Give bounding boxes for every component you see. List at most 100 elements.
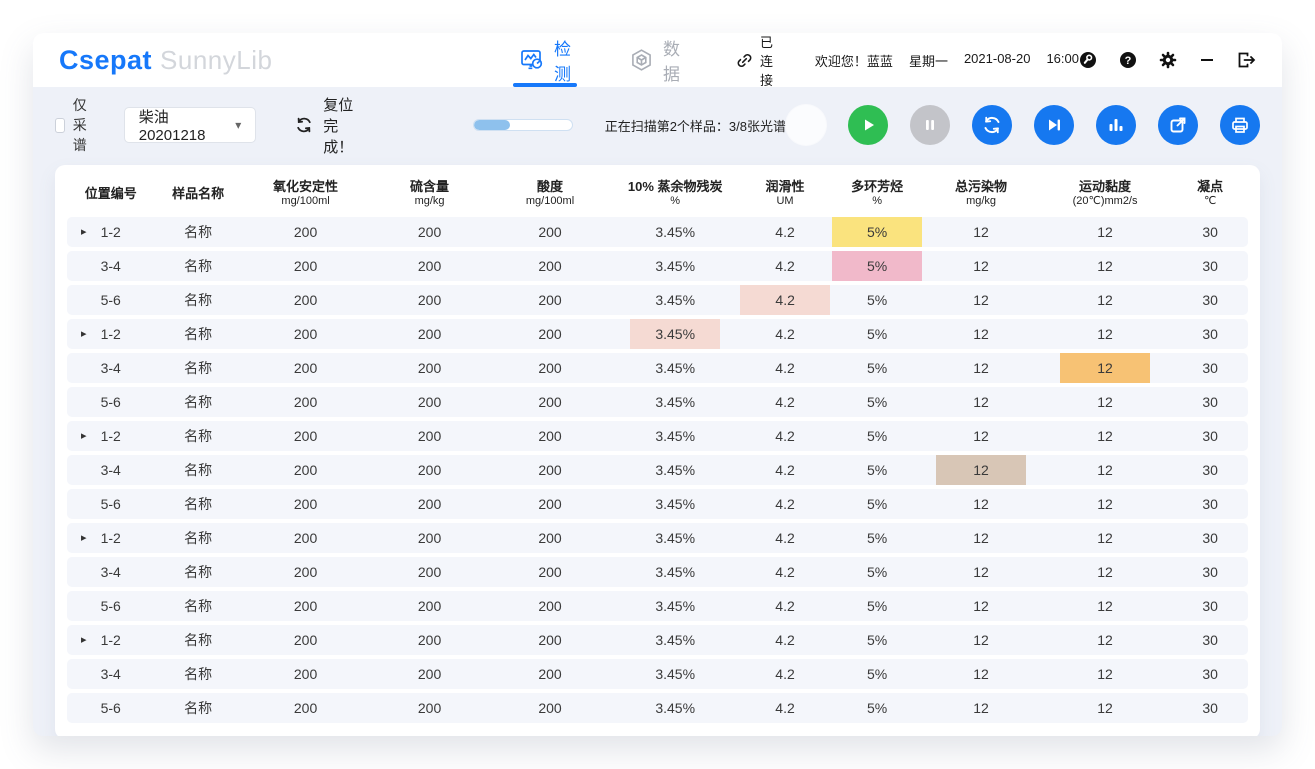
cell-value: 4.2 — [775, 455, 794, 485]
table-row[interactable]: 3-4名称2002002003.45%4.25%121230 — [67, 557, 1248, 587]
table-cell: 3.45% — [610, 319, 740, 349]
help-circle-icon[interactable]: ? — [1119, 51, 1137, 69]
table-cell: 名称 — [154, 557, 241, 587]
cell-value: 200 — [294, 693, 317, 723]
welcome-greeting: 欢迎您！蓝蓝 — [815, 51, 893, 70]
table-cell: 5-6 — [67, 387, 154, 417]
progress-fill — [474, 120, 510, 130]
table-cell: 12 — [1038, 285, 1173, 315]
progress-track — [473, 119, 573, 131]
cell-value: 1-2 — [101, 319, 121, 349]
column-header: 润滑性UM — [740, 179, 830, 209]
checkbox-box-icon[interactable] — [55, 118, 65, 133]
start-button[interactable] — [848, 105, 888, 145]
table-cell: 名称 — [154, 421, 241, 451]
cell-value: 200 — [418, 319, 441, 349]
table-row[interactable]: 3-4名称2002002003.45%4.25%121230 — [67, 455, 1248, 485]
white-circle-button[interactable] — [786, 105, 826, 145]
tab-detection[interactable]: 检测 — [519, 33, 571, 87]
highlighted-cell-value: 3.45% — [630, 319, 720, 349]
bar-chart-icon — [1105, 114, 1127, 136]
table-row[interactable]: 5-6名称2002002003.45%4.25%121230 — [67, 285, 1248, 315]
cell-value: 200 — [418, 625, 441, 655]
column-header: 氧化安定性mg/100ml — [242, 179, 370, 209]
cell-value: 12 — [973, 625, 989, 655]
cell-value: 200 — [418, 421, 441, 451]
table-row[interactable]: 5-6名称2002002003.45%4.25%121230 — [67, 387, 1248, 417]
sample-select[interactable]: 柴油20201218 ▾ — [124, 107, 257, 143]
cell-value: 30 — [1202, 591, 1218, 621]
chart-button[interactable] — [1096, 105, 1136, 145]
table-row[interactable]: 5-6名称2002002003.45%4.25%121230 — [67, 693, 1248, 723]
printer-icon — [1229, 114, 1251, 136]
table-row[interactable]: 3-4名称2002002003.45%4.25%121230 — [67, 659, 1248, 689]
table-cell: 30 — [1172, 455, 1248, 485]
column-label: 氧化安定性 — [242, 179, 370, 195]
table-row[interactable]: 5-6名称2002002003.45%4.25%121230 — [67, 489, 1248, 519]
expand-caret-icon[interactable]: ▸ — [81, 523, 87, 553]
cell-value: 30 — [1202, 693, 1218, 723]
print-button[interactable] — [1220, 105, 1260, 145]
table-cell: 200 — [490, 625, 610, 655]
cell-value: 200 — [294, 285, 317, 315]
cell-value: 4.2 — [775, 251, 794, 281]
cell-value: 200 — [538, 659, 561, 689]
table-row[interactable]: ▸1-2名称2002002003.45%4.25%121230 — [67, 523, 1248, 553]
cell-value: 3.45% — [655, 455, 695, 485]
cell-value: 1-2 — [101, 421, 121, 451]
logout-icon[interactable] — [1237, 51, 1256, 69]
table-cell: 200 — [242, 285, 370, 315]
column-label: 硫含量 — [369, 179, 489, 195]
connection-label: 已连接 — [760, 33, 775, 89]
cell-value: 1-2 — [101, 625, 121, 655]
cell-value: 名称 — [184, 557, 212, 587]
table-cell: 200 — [369, 625, 489, 655]
cell-value: 名称 — [184, 421, 212, 451]
table-cell: 200 — [369, 319, 489, 349]
table-cell: 4.2 — [740, 353, 830, 383]
table-row[interactable]: ▸1-2名称2002002003.45%4.25%121230 — [67, 217, 1248, 247]
table-cell: 200 — [369, 217, 489, 247]
table-cell: 12 — [924, 455, 1037, 485]
skip-button[interactable] — [1034, 105, 1074, 145]
rescan-button[interactable] — [972, 105, 1012, 145]
export-button[interactable] — [1158, 105, 1198, 145]
expand-caret-icon[interactable]: ▸ — [81, 421, 87, 451]
table-cell: 200 — [490, 523, 610, 553]
table-cell: 200 — [490, 693, 610, 723]
expand-caret-icon[interactable]: ▸ — [81, 319, 87, 349]
column-label: 运动黏度 — [1038, 179, 1173, 195]
cell-value: 12 — [973, 591, 989, 621]
expand-caret-icon[interactable]: ▸ — [81, 217, 87, 247]
table-row[interactable]: ▸1-2名称2002002003.45%4.25%121230 — [67, 319, 1248, 349]
expand-caret-icon[interactable]: ▸ — [81, 625, 87, 655]
table-row[interactable]: 3-4名称2002002003.45%4.25%121230 — [67, 251, 1248, 281]
table-cell: 3-4 — [67, 557, 154, 587]
table-cell: 200 — [369, 353, 489, 383]
table-cell: 5% — [830, 387, 924, 417]
table-row[interactable]: 3-4名称2002002003.45%4.25%121230 — [67, 353, 1248, 383]
reset-refresh-icon[interactable] — [294, 115, 314, 135]
pause-button[interactable] — [910, 105, 950, 145]
table-cell: 200 — [242, 251, 370, 281]
table-row[interactable]: ▸1-2名称2002002003.45%4.25%121230 — [67, 625, 1248, 655]
table-cell: 200 — [490, 557, 610, 587]
table-row[interactable]: 5-6名称2002002003.45%4.25%121230 — [67, 591, 1248, 621]
settings-gear-icon[interactable] — [1159, 51, 1177, 69]
column-label: 总污染物 — [924, 179, 1037, 195]
spectrum-only-checkbox[interactable]: 仅采谱 — [55, 95, 98, 155]
cell-value: 3-4 — [101, 251, 121, 281]
column-label: 酸度 — [490, 179, 610, 195]
tool-circle-icon[interactable] — [1079, 51, 1097, 69]
minimize-icon[interactable] — [1199, 51, 1215, 69]
table-cell: 12 — [924, 659, 1037, 689]
tab-data[interactable]: 数据 — [629, 33, 680, 87]
sync-icon — [980, 113, 1004, 137]
table-row[interactable]: ▸1-2名称2002002003.45%4.25%121230 — [67, 421, 1248, 451]
cell-value: 200 — [538, 523, 561, 553]
cell-value: 30 — [1202, 285, 1218, 315]
table-cell: 12 — [924, 251, 1037, 281]
cell-value: 200 — [538, 387, 561, 417]
column-header: 硫含量mg/kg — [369, 179, 489, 209]
table-cell: 5% — [830, 693, 924, 723]
